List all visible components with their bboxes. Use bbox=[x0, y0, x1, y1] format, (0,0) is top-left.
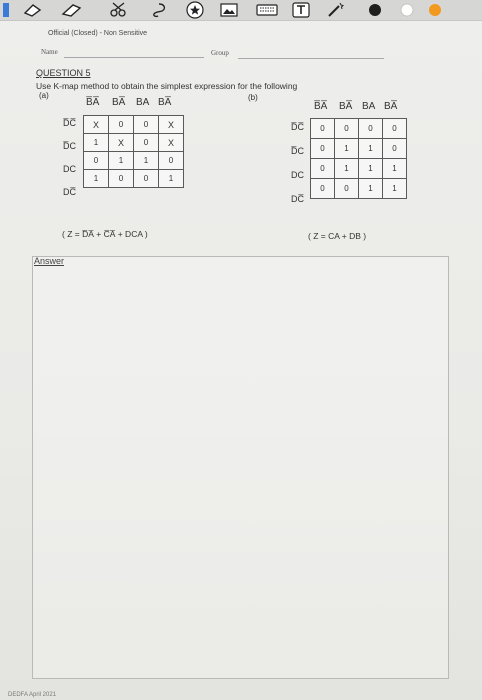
highlighter-icon[interactable] bbox=[60, 0, 84, 20]
kmap-a-cell: X bbox=[83, 115, 109, 134]
kmap-a-cell: 0 bbox=[133, 133, 159, 152]
kmap-b-result: ( Z = CA + DB ) bbox=[308, 231, 367, 241]
name-label: Name bbox=[41, 48, 58, 56]
kmap-b-cell: 1 bbox=[358, 138, 383, 159]
color-white[interactable] bbox=[396, 0, 418, 20]
kmap-a-cell: 0 bbox=[133, 115, 159, 134]
kmap-b-cell: 0 bbox=[310, 178, 335, 199]
kmap-b-row-header: D̅C̅ bbox=[291, 122, 304, 132]
kmap-b-cell: 0 bbox=[310, 138, 335, 159]
kmap-b-cell: 1 bbox=[334, 158, 359, 179]
classification-label: Official (Closed) - Non Sensitive bbox=[48, 30, 148, 37]
kmap-a-col-header: BA bbox=[136, 97, 150, 108]
kmap-a-col-header: B̅A̅ bbox=[86, 97, 100, 108]
table-row: 0 0 0 0 bbox=[310, 118, 407, 139]
name-field[interactable] bbox=[64, 57, 204, 58]
kmap-a-cell: X bbox=[108, 133, 134, 152]
answer-label: Answer bbox=[34, 256, 65, 266]
kmap-a-cell: 0 bbox=[108, 169, 134, 188]
star-icon[interactable] bbox=[184, 0, 206, 20]
kmap-b-grid: 0 0 0 0 0 1 1 0 0 1 1 1 0 0 1 1 bbox=[310, 118, 407, 199]
table-row: 0 1 1 1 bbox=[310, 158, 407, 179]
kmap-a-result: ( Z = D̅A̅ + C̅A̅ + DCA ) bbox=[62, 229, 148, 239]
kmap-b-row-header: DC̅ bbox=[291, 194, 304, 204]
kmap-b-cell: 1 bbox=[382, 178, 407, 199]
kmap-b-cell: 0 bbox=[334, 118, 359, 139]
kmap-b-col-header: B̅A̅ bbox=[314, 101, 328, 112]
keyboard-icon[interactable] bbox=[254, 0, 280, 20]
kmap-a-cell: 1 bbox=[83, 169, 109, 188]
kmap-b-cell: 1 bbox=[334, 138, 359, 159]
group-label: Group bbox=[211, 49, 229, 57]
toolbar bbox=[0, 0, 482, 21]
kmap-a-cell: 0 bbox=[83, 151, 109, 170]
question-title: QUESTION 5 bbox=[36, 68, 91, 78]
magic-wand-icon[interactable] bbox=[324, 0, 346, 20]
lasso-icon[interactable] bbox=[148, 0, 170, 20]
scissors-icon[interactable] bbox=[108, 0, 130, 20]
kmap-a-row-header: D̅C bbox=[63, 141, 76, 151]
kmap-a-cell: 0 bbox=[133, 169, 159, 188]
kmap-a-row-header: DC̅ bbox=[63, 187, 76, 197]
image-icon[interactable] bbox=[218, 0, 240, 20]
table-row: 0 1 1 0 bbox=[310, 138, 407, 159]
answer-box[interactable] bbox=[32, 256, 449, 679]
kmap-b-col-header: BA̅ bbox=[339, 101, 353, 112]
kmap-a-cell: X bbox=[158, 133, 184, 152]
kmap-a-row-header: DC bbox=[63, 164, 76, 174]
kmap-b-col-header: BA bbox=[362, 101, 376, 112]
kmap-b-row-header: D̅C bbox=[291, 146, 304, 156]
question-instruction: Use K-map method to obtain the simplest … bbox=[36, 81, 298, 91]
table-row: 0 0 1 1 bbox=[310, 178, 407, 199]
group-field[interactable] bbox=[238, 58, 384, 59]
color-black[interactable] bbox=[364, 0, 386, 20]
kmap-a-cell: 1 bbox=[133, 151, 159, 170]
kmap-a-row-header: D̅C̅ bbox=[63, 118, 76, 128]
kmap-a-col-header: BA̅ bbox=[112, 97, 126, 108]
kmap-a-cell: 0 bbox=[108, 115, 134, 134]
kmap-b-cell: 0 bbox=[334, 178, 359, 199]
kmap-a-cell: 0 bbox=[158, 151, 184, 170]
footer-text: DEDFA April 2021 bbox=[8, 692, 57, 698]
table-row: X 0 0 X bbox=[83, 115, 184, 134]
kmap-b-cell: 0 bbox=[310, 118, 335, 139]
kmap-b-cell: 0 bbox=[382, 138, 407, 159]
table-row: 0 1 1 0 bbox=[83, 151, 184, 170]
accent-tab bbox=[0, 0, 16, 20]
kmap-b-cell: 1 bbox=[382, 158, 407, 179]
kmap-b-cell: 0 bbox=[358, 118, 383, 139]
kmap-a-grid: X 0 0 X 1 X 0 X 0 1 1 0 1 0 0 1 bbox=[83, 115, 184, 188]
eraser-icon[interactable] bbox=[22, 0, 44, 20]
kmap-b-cell: 1 bbox=[358, 158, 383, 179]
kmap-a-cell: 1 bbox=[108, 151, 134, 170]
kmap-b-col-header: BA̅ bbox=[384, 101, 398, 112]
kmap-b-row-header: DC bbox=[291, 170, 304, 180]
table-row: 1 0 0 1 bbox=[83, 169, 184, 188]
kmap-b-cell: 0 bbox=[310, 158, 335, 179]
table-row: 1 X 0 X bbox=[83, 133, 184, 152]
text-box-icon[interactable] bbox=[290, 0, 312, 20]
kmap-a-col-header: BA̅ bbox=[158, 97, 172, 108]
kmap-b-cell: 1 bbox=[358, 178, 383, 199]
part-a-label: (a) bbox=[39, 91, 49, 100]
kmap-a-cell: X bbox=[158, 115, 184, 134]
kmap-b-cell: 0 bbox=[382, 118, 407, 139]
color-orange[interactable] bbox=[424, 0, 446, 20]
part-b-label: (b) bbox=[248, 93, 258, 102]
kmap-a-cell: 1 bbox=[158, 169, 184, 188]
kmap-a-cell: 1 bbox=[83, 133, 109, 152]
